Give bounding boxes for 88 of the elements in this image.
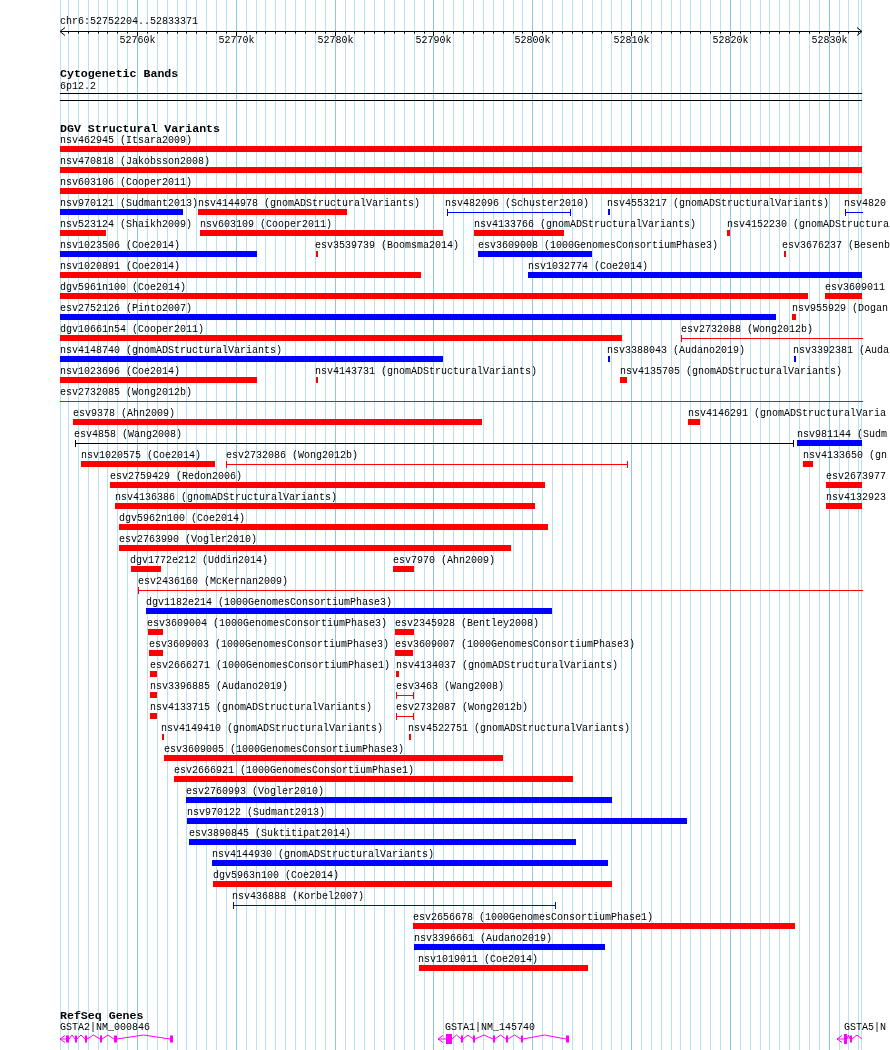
variant-label: esv3609011 — [825, 282, 885, 293]
variant-label: esv9378 (Ahn2009) — [73, 408, 176, 419]
variant-label: esv4858 (Wang2008) — [74, 429, 183, 440]
variant-label: esv2656678 (1000GenomesConsortiumPhase1) — [413, 912, 654, 923]
variant-label: nsv523124 (Shaikh2009) — [60, 219, 193, 230]
variant-label: nsv4144978 (gnomADStructuralVariants) — [198, 198, 421, 209]
variant-label: nsv4820 — [844, 198, 886, 209]
variant-label: nsv970122 (Sudmant2013) — [187, 807, 326, 818]
variant-label: nsv603106 (Cooper2011) — [60, 177, 193, 188]
variant-label: nsv1020575 (Coe2014) — [81, 450, 202, 461]
variant-label: esv2732088 (Wong2012b) — [681, 324, 814, 335]
variant-label: dgv1182e214 (1000GenomesConsortiumPhase3) — [146, 597, 393, 608]
tick-label: 52810k — [613, 35, 650, 46]
variant-label: esv2759429 (Redon2006) — [110, 471, 243, 482]
variant-label: dgv5961n100 (Coe2014) — [60, 282, 187, 293]
variant-label: nsv4143731 (gnomADStructuralVariants) — [315, 366, 538, 377]
variant-label: esv2732087 (Wong2012b) — [396, 702, 529, 713]
variant-label: nsv1023696 (Coe2014) — [60, 366, 181, 377]
variant-label: esv2732086 (Wong2012b) — [226, 450, 359, 461]
variant-label: nsv4146291 (gnomADStructuralVaria — [688, 408, 887, 419]
variant-label: esv2436160 (McKernan2009) — [138, 576, 289, 587]
variant-label: nsv1020891 (Coe2014) — [60, 261, 181, 272]
gene-label: GSTA1|NM_145740 — [445, 1022, 535, 1033]
variant-label: nsv981144 (Sudm — [797, 429, 887, 440]
variant-label: nsv955929 (Dogan — [792, 303, 888, 314]
tick-label: 52760k — [119, 35, 156, 46]
track-title: Cytogenetic Bands — [60, 68, 179, 80]
variant-label: dgv10661n54 (Cooper2011) — [60, 324, 205, 335]
tick-label: 52820k — [712, 35, 749, 46]
variant-label: esv2752126 (Pinto2007) — [60, 303, 193, 314]
tick-label: 52770k — [218, 35, 255, 46]
variant-label: nsv4144930 (gnomADStructuralVariants) — [212, 849, 435, 860]
tick-label: 52800k — [514, 35, 551, 46]
variant-label: nsv603109 (Cooper2011) — [200, 219, 333, 230]
track-title: DGV Structural Variants — [60, 123, 221, 135]
variant-label: esv2763990 (Vogler2010) — [119, 534, 258, 545]
variant-label: esv2760993 (Vogler2010) — [186, 786, 325, 797]
variant-label: esv3463 (Wang2008) — [396, 681, 505, 692]
variant-label: nsv436888 (Korbel2007) — [232, 891, 365, 902]
variant-label: nsv4135705 (gnomADStructuralVariants) — [620, 366, 843, 377]
variant-label: nsv462945 (Itsara2009) — [60, 135, 193, 146]
variant-label: nsv1032774 (Coe2014) — [528, 261, 649, 272]
gene-label: GSTA5|N — [844, 1022, 886, 1033]
variant-label: nsv3396885 (Audano2019) — [150, 681, 289, 692]
variant-label: nsv4136386 (gnomADStructuralVariants) — [115, 492, 338, 503]
variant-label: dgv5963n100 (Coe2014) — [213, 870, 340, 881]
variant-label: nsv4133715 (gnomADStructuralVariants) — [150, 702, 373, 713]
variant-label: esv3890845 (Suktitipat2014) — [189, 828, 352, 839]
tick-label: 52780k — [317, 35, 354, 46]
variant-label: nsv4152230 (gnomADStructura — [727, 219, 890, 230]
variant-label: dgv5962n100 (Coe2014) — [119, 513, 246, 524]
variant-label: esv2345928 (Bentley2008) — [395, 618, 540, 629]
variant-label: dgv1772e212 (Uddin2014) — [130, 555, 269, 566]
variant-label: esv3609005 (1000GenomesConsortiumPhase3) — [164, 744, 405, 755]
variant-label: nsv4134037 (gnomADStructuralVariants) — [396, 660, 619, 671]
variant-label: nsv970121 (Sudmant2013) — [60, 198, 199, 209]
band-label: 6p12.2 — [60, 81, 96, 92]
variant-label: nsv1019011 (Coe2014) — [418, 954, 539, 965]
variant-label: nsv4133766 (gnomADStructuralVariants) — [474, 219, 697, 230]
variant-label: nsv4148740 (gnomADStructuralVariants) — [60, 345, 283, 356]
variant-label: nsv4522751 (gnomADStructuralVariants) — [408, 723, 631, 734]
variant-label: nsv4132923 — [826, 492, 886, 503]
variant-label: esv2673977 — [826, 471, 886, 482]
variant-label: esv3609008 (1000GenomesConsortiumPhase3) — [478, 240, 719, 251]
variant-label: esv3539739 (Boomsma2014) — [315, 240, 460, 251]
region-label: chr6:52752204..52833371 — [60, 16, 199, 27]
variant-label: nsv3388043 (Audano2019) — [607, 345, 746, 356]
variant-label: esv3609003 (1000GenomesConsortiumPhase3) — [149, 639, 390, 650]
variant-label: nsv4553217 (gnomADStructuralVariants) — [607, 198, 830, 209]
variant-label: nsv470818 (Jakobsson2008) — [60, 156, 211, 167]
variant-label: esv3609007 (1000GenomesConsortiumPhase3) — [395, 639, 636, 650]
variant-label: nsv482096 (Schuster2010) — [445, 198, 590, 209]
variant-label: nsv3392381 (Auda — [793, 345, 889, 356]
gene-model-drawing — [836, 1033, 862, 1045]
variant-label: esv2666921 (1000GenomesConsortiumPhase1) — [174, 765, 415, 776]
variant-label: nsv1023506 (Coe2014) — [60, 240, 181, 251]
variant-label: nsv4133650 (gn — [803, 450, 887, 461]
variant-label: nsv4149410 (gnomADStructuralVariants) — [161, 723, 384, 734]
variant-label: esv3609004 (1000GenomesConsortiumPhase3) — [147, 618, 388, 629]
tick-label: 52790k — [415, 35, 452, 46]
variant-label: esv2732085 (Wong2012b) — [60, 387, 193, 398]
tick-label: 52830k — [811, 35, 848, 46]
variant-label: nsv3396661 (Audano2019) — [414, 933, 553, 944]
track-title: RefSeq Genes — [60, 1010, 144, 1022]
variant-label: esv2666271 (1000GenomesConsortiumPhase1) — [150, 660, 391, 671]
variant-label: esv3676237 (Besenb — [782, 240, 890, 251]
gene-label: GSTA2|NM_000846 — [60, 1022, 150, 1033]
variant-label: esv7970 (Ahn2009) — [393, 555, 496, 566]
